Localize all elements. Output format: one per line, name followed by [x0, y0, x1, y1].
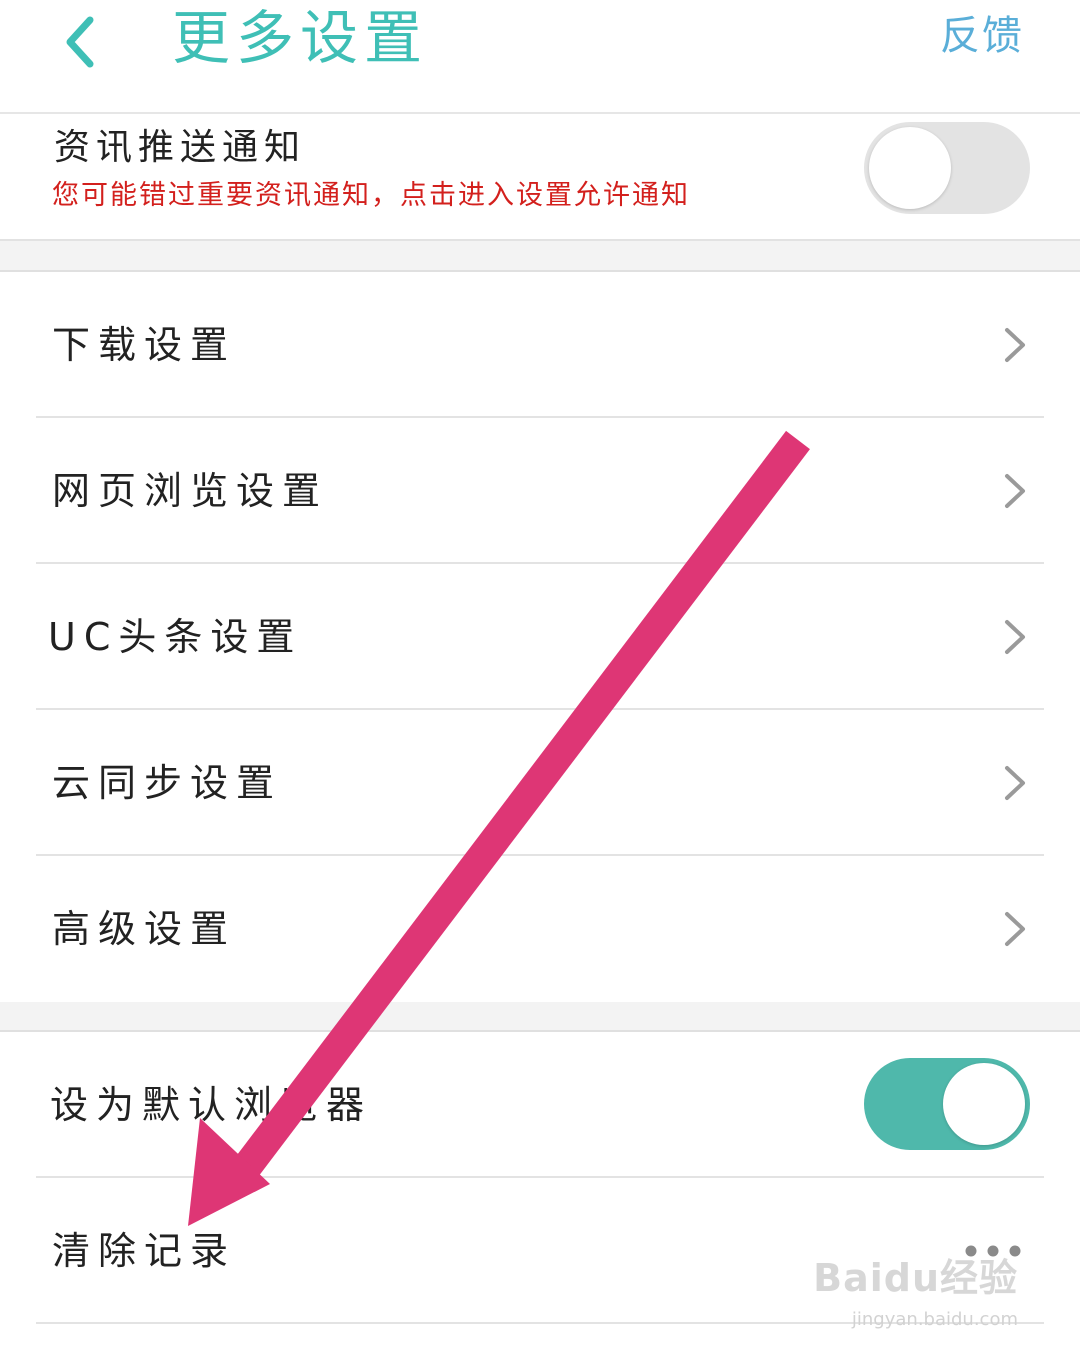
settings-item-uc-headlines[interactable]: UC头条设置: [0, 564, 1080, 710]
settings-item-label: 下载设置: [52, 323, 237, 367]
settings-item-label: UC头条设置: [48, 615, 303, 659]
chevron-right-icon: [1005, 766, 1025, 800]
chevron-right-icon: [1005, 474, 1025, 508]
feedback-button[interactable]: 反馈: [940, 6, 1024, 66]
chevron-right-icon: [1005, 620, 1025, 654]
chevron-right-icon: [1005, 328, 1025, 362]
watermark-logo: Baidu经验: [813, 1256, 1018, 1300]
section-divider: [0, 241, 1080, 272]
settings-item-download[interactable]: 下载设置: [0, 272, 1080, 418]
settings-item-advanced[interactable]: 高级设置: [0, 856, 1080, 1002]
back-arrow-icon[interactable]: [56, 12, 106, 72]
clear-records-label: 清除记录: [52, 1229, 237, 1273]
settings-item-label: 网页浏览设置: [52, 469, 329, 513]
toggle-knob: [869, 127, 951, 209]
news-push-notification-row[interactable]: 资讯推送通知 您可能错过重要资讯通知，点击进入设置允许通知: [0, 114, 1080, 241]
settings-item-web-browsing[interactable]: 网页浏览设置: [0, 418, 1080, 564]
notification-title: 资讯推送通知: [54, 127, 307, 168]
notification-toggle[interactable]: [864, 122, 1030, 214]
settings-item-label: 云同步设置: [52, 761, 283, 805]
section-divider: [0, 1002, 1080, 1032]
page-title: 更多设置: [172, 4, 429, 72]
default-browser-row[interactable]: 设为默认浏览器: [0, 1032, 1080, 1178]
watermark-url: jingyan.baidu.com: [851, 1309, 1018, 1330]
top-app-bar: 更多设置 反馈: [0, 0, 1080, 114]
baidu-jingyan-watermark: Baidu经验 jingyan.baidu.com: [813, 1247, 1018, 1347]
settings-item-cloud-sync[interactable]: 云同步设置: [0, 710, 1080, 856]
default-browser-toggle[interactable]: [864, 1058, 1030, 1150]
chevron-right-icon: [1005, 912, 1025, 946]
settings-item-label: 高级设置: [52, 907, 237, 951]
default-browser-label: 设为默认浏览器: [50, 1083, 373, 1127]
toggle-knob: [943, 1063, 1025, 1145]
notification-warning-text[interactable]: 您可能错过重要资讯通知，点击进入设置允许通知: [52, 176, 690, 216]
